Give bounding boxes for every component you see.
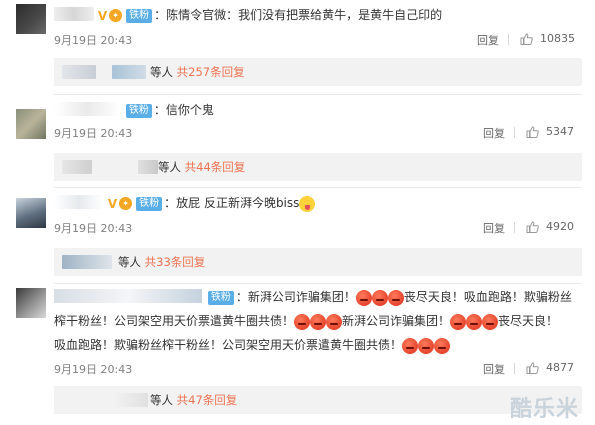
comment-text: 丧尽天良！: [498, 314, 559, 328]
avatar[interactable]: [16, 4, 46, 34]
divider: [514, 127, 515, 138]
angry-emoji-icon: [434, 337, 451, 354]
reply-summary-text: 等人 共257条回复: [150, 65, 245, 79]
replier-avatars: [62, 160, 92, 174]
comment-header: V ✦ 铁粉 ：放屁 反正新湃今晚biss: [54, 192, 316, 215]
view-replies-link[interactable]: 共47条回复: [177, 393, 238, 407]
comment-header: V ✦ 铁粉 ：陈情令官微：我们没有把票给黄牛，是黄牛自己印的: [54, 4, 442, 27]
view-replies-link[interactable]: 共33条回复: [145, 255, 206, 269]
fan-badge: 铁粉: [136, 196, 163, 211]
divider: [54, 283, 582, 284]
vip-badge-icon: ✦: [119, 197, 133, 210]
reply-summary[interactable]: 等人 共33条回复: [54, 248, 582, 276]
verified-v-icon: V: [107, 196, 118, 211]
replier-avatars: [114, 393, 148, 407]
divider: [514, 363, 515, 374]
like-count: 10835: [540, 32, 575, 45]
angry-emoji-icon: [387, 289, 404, 306]
reply-summary-text: 等人 共47条回复: [150, 393, 238, 407]
comment-text: ：信你个鬼: [153, 103, 214, 117]
angry-emoji-icon: [450, 313, 467, 330]
avatar[interactable]: [16, 288, 46, 318]
reply-summary[interactable]: 等人 共47条回复: [54, 386, 582, 414]
angry-emoji-icon: [326, 313, 343, 330]
timestamp: 9月19日 20:43: [54, 363, 133, 376]
reply-summary[interactable]: 等人 共44条回复: [54, 153, 582, 181]
fan-badge: 铁粉: [126, 8, 153, 23]
timestamp: 9月19日 20:43: [54, 127, 133, 140]
reply-button[interactable]: 回复: [477, 32, 499, 48]
replier-avatars: [62, 255, 112, 269]
verified-v-icon: V: [97, 8, 108, 23]
like-count: 4920: [546, 220, 574, 233]
watermark: 酷乐米: [509, 397, 579, 422]
avatar[interactable]: [16, 109, 46, 139]
angry-emoji-icon: [371, 289, 388, 306]
replier-names: [138, 160, 158, 174]
angry-emoji-icon: [482, 313, 499, 330]
comment-text: ：陈情令官微：我们没有把票给黄牛，是黄牛自己印的: [154, 8, 443, 22]
comment-text: 榨干粉丝！公司架空用天价票遣黄牛圈共债！: [54, 314, 295, 328]
comment-header: 铁粉 ：信你个鬼: [54, 99, 214, 121]
timestamp: 9月19日 20:43: [54, 222, 133, 235]
vip-badge-icon: ✦: [109, 9, 123, 22]
username[interactable]: [54, 102, 120, 116]
comment-text: 吸血跑路！欺骗粉丝榨干粉丝！公司架空用天价票遣黄牛圈共债！: [54, 338, 403, 352]
thumbs-up-icon[interactable]: [526, 362, 539, 374]
divider: [508, 34, 509, 45]
fan-badge: 铁粉: [207, 290, 234, 305]
angry-emoji-icon: [466, 313, 483, 330]
reply-button[interactable]: 回复: [483, 361, 505, 377]
angry-emoji-icon: [355, 289, 372, 306]
comment-line-2: 榨干粉丝！公司架空用天价票遣黄牛圈共债！ 新湃公司诈骗集团！ 丧尽天良！: [54, 310, 558, 332]
comment-line-3: 吸血跑路！欺骗粉丝榨干粉丝！公司架空用天价票遣黄牛圈共债！: [54, 334, 451, 356]
like-count: 5347: [546, 125, 574, 138]
comment-text: ：新湃公司诈骗集团！: [235, 290, 356, 304]
view-replies-link[interactable]: 共257条回复: [177, 65, 245, 79]
username[interactable]: [54, 195, 104, 209]
thumbs-up-icon[interactable]: [526, 221, 539, 233]
comment-line-1: 铁粉 ：新湃公司诈骗集团！ 丧尽天良！吸血跑路！欺骗粉丝: [54, 286, 572, 308]
comment-text: 丧尽天良！吸血跑路！欺骗粉丝: [403, 290, 572, 304]
replier-avatars: [62, 65, 96, 79]
reply-summary[interactable]: 等人 共257条回复: [54, 58, 582, 86]
divider: [54, 94, 582, 95]
reply-button[interactable]: 回复: [483, 220, 505, 236]
reply-summary-text: 等人 共44条回复: [158, 160, 246, 174]
reply-summary-text: 等人 共33条回复: [118, 255, 206, 269]
angry-emoji-icon: [418, 337, 435, 354]
divider: [514, 222, 515, 233]
tongue-emoji-icon: [299, 195, 316, 212]
like-count: 4877: [546, 361, 574, 374]
replier-names: [112, 65, 146, 79]
comment-text: ：放屁 反正新湃今晚biss: [164, 196, 300, 210]
divider: [54, 187, 582, 188]
view-replies-link[interactable]: 共44条回复: [185, 160, 246, 174]
timestamp: 9月19日 20:43: [54, 34, 133, 47]
fan-badge: 铁粉: [125, 103, 152, 118]
comment-text: 新湃公司诈骗集团！: [342, 314, 451, 328]
reply-button[interactable]: 回复: [483, 125, 505, 141]
username[interactable]: [54, 289, 202, 303]
username[interactable]: [54, 7, 94, 21]
angry-emoji-icon: [294, 313, 311, 330]
angry-emoji-icon: [402, 337, 419, 354]
thumbs-up-icon[interactable]: [526, 126, 539, 138]
thumbs-up-icon[interactable]: [520, 33, 533, 45]
avatar[interactable]: [16, 198, 46, 228]
angry-emoji-icon: [310, 313, 327, 330]
